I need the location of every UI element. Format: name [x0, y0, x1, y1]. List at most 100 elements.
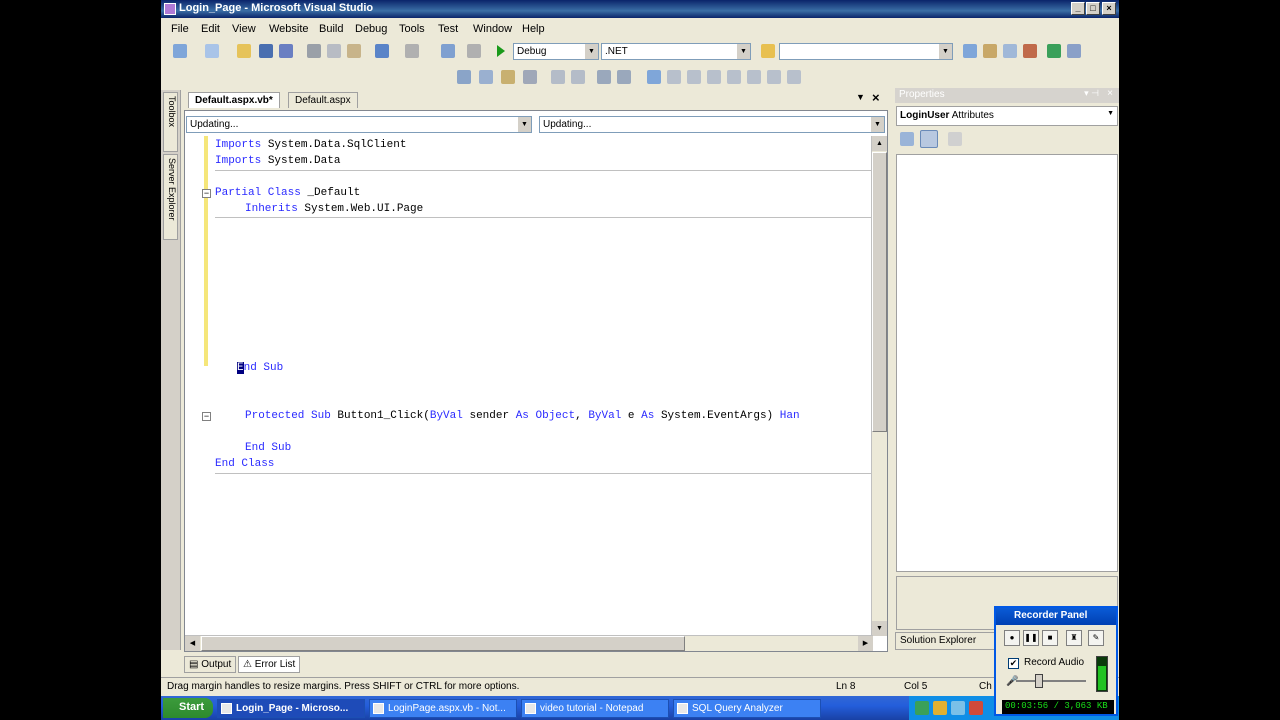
- solution-explorer-icon[interactable]: [963, 44, 977, 58]
- tray-app-icon[interactable]: [933, 701, 947, 715]
- task-sql-query-analyzer[interactable]: SQL Query Analyzer: [673, 699, 821, 718]
- code-area[interactable]: Imports System.Data.SqlClient Imports Sy…: [185, 136, 873, 636]
- next-bookmark-in-document-icon[interactable]: [767, 70, 781, 84]
- settings-icon[interactable]: ✎: [1088, 630, 1104, 646]
- menu-website[interactable]: Website: [269, 23, 309, 35]
- save-icon[interactable]: [259, 44, 273, 58]
- solution-configuration-select[interactable]: Debug ▼: [513, 43, 599, 60]
- new-project-icon[interactable]: [173, 44, 187, 58]
- task-video-tutorial-notepad[interactable]: video tutorial - Notepad: [521, 699, 669, 718]
- next-bookmark-icon[interactable]: [687, 70, 701, 84]
- properties-window-icon[interactable]: [983, 44, 997, 58]
- maximize-button[interactable]: □: [1086, 2, 1100, 15]
- navigate-back-icon[interactable]: [441, 44, 455, 58]
- record-audio-checkbox[interactable]: ✔: [1008, 658, 1019, 669]
- next-bookmark-in-folder-icon[interactable]: [727, 70, 741, 84]
- object-browser-icon[interactable]: [1003, 44, 1017, 58]
- horizontal-scroll-thumb[interactable]: [201, 636, 685, 651]
- menu-file[interactable]: File: [171, 23, 189, 35]
- close-document-icon[interactable]: ×: [872, 90, 880, 105]
- start-debugging-icon[interactable]: [497, 45, 505, 57]
- properties-header: Properties × ▾ ⊣: [895, 88, 1119, 103]
- quick-info-icon[interactable]: [501, 70, 515, 84]
- redo-icon[interactable]: [405, 44, 419, 58]
- stop-icon[interactable]: ■: [1042, 630, 1058, 646]
- copy-icon[interactable]: [327, 44, 341, 58]
- navigate-forward-icon[interactable]: [467, 44, 481, 58]
- window-title: Login_Page - Microsoft Visual Studio: [179, 2, 374, 14]
- undo-icon[interactable]: [375, 44, 389, 58]
- increase-indent-icon[interactable]: [571, 70, 585, 84]
- output-tab[interactable]: ▤ Output: [184, 656, 237, 673]
- categorized-icon[interactable]: [900, 132, 914, 146]
- audio-volume-slider[interactable]: [1016, 674, 1086, 688]
- class-name-select[interactable]: Updating... ▼: [186, 116, 532, 133]
- task-visual-studio[interactable]: Login_Page - Microso...: [217, 699, 365, 718]
- vertical-scrollbar[interactable]: ▲ ▼: [871, 136, 887, 636]
- uncomment-lines-icon[interactable]: [617, 70, 631, 84]
- method-name-select[interactable]: Updating... ▼: [539, 116, 885, 133]
- scroll-left-icon[interactable]: ◀: [185, 636, 200, 651]
- tab-default-aspx[interactable]: Default.aspx: [288, 92, 358, 108]
- display-object-member-list-icon[interactable]: [457, 70, 471, 84]
- security-icon[interactable]: [969, 701, 983, 715]
- previous-bookmark-icon[interactable]: [667, 70, 681, 84]
- collapse-sub-icon[interactable]: −: [202, 412, 211, 421]
- menu-build[interactable]: Build: [319, 23, 343, 35]
- toggle-bookmark-icon[interactable]: [647, 70, 661, 84]
- command-window-icon[interactable]: [1067, 44, 1081, 58]
- menu-view[interactable]: View: [232, 23, 256, 35]
- decrease-indent-icon[interactable]: [551, 70, 565, 84]
- solution-explorer-tab[interactable]: Solution Explorer: [895, 632, 995, 650]
- menu-tools[interactable]: Tools: [399, 23, 425, 35]
- menu-test[interactable]: Test: [438, 23, 458, 35]
- auto-hide-pin-icon[interactable]: ▾ ⊣: [1084, 88, 1099, 99]
- window-position-dropdown-icon[interactable]: ▼: [856, 92, 865, 102]
- find-combo[interactable]: ▼: [779, 43, 953, 60]
- find-in-files-icon[interactable]: [761, 44, 775, 58]
- scroll-down-icon[interactable]: ▼: [872, 621, 887, 636]
- menu-help[interactable]: Help: [522, 23, 545, 35]
- error-list-tab[interactable]: ⚠ Error List: [238, 656, 301, 673]
- collapse-class-icon[interactable]: −: [202, 189, 211, 198]
- volume-slider-knob[interactable]: [1034, 674, 1043, 688]
- object-selector[interactable]: LoginUser Attributes ▼: [896, 106, 1118, 126]
- horizontal-scrollbar[interactable]: ◀ ▶: [185, 635, 873, 651]
- close-button[interactable]: ×: [1102, 2, 1116, 15]
- paste-icon[interactable]: [347, 44, 361, 58]
- toolbox-icon[interactable]: [1023, 44, 1037, 58]
- start-button[interactable]: Start: [163, 698, 213, 718]
- clear-bookmarks-icon[interactable]: [787, 70, 801, 84]
- property-grid[interactable]: [896, 154, 1118, 572]
- volume-icon[interactable]: [951, 701, 965, 715]
- cut-icon[interactable]: [307, 44, 321, 58]
- scroll-right-icon[interactable]: ▶: [858, 636, 873, 651]
- menu-edit[interactable]: Edit: [201, 23, 220, 35]
- solution-platform-select[interactable]: .NET ▼: [601, 43, 751, 60]
- tab-default-aspx-vb[interactable]: Default.aspx.vb*: [188, 92, 280, 108]
- toolbox-tab[interactable]: Toolbox: [163, 92, 178, 152]
- server-explorer-tab[interactable]: Server Explorer: [163, 154, 178, 240]
- minimize-button[interactable]: _: [1071, 2, 1085, 15]
- property-pages-icon[interactable]: [948, 132, 962, 146]
- record-icon[interactable]: ●: [1004, 630, 1020, 646]
- options-icon[interactable]: ♜: [1066, 630, 1082, 646]
- pause-icon[interactable]: ❚❚: [1023, 630, 1039, 646]
- start-page-icon[interactable]: [1047, 44, 1061, 58]
- previous-bookmark-in-folder-icon[interactable]: [707, 70, 721, 84]
- save-all-icon[interactable]: [279, 44, 293, 58]
- menu-window[interactable]: Window: [473, 23, 512, 35]
- properties-close-icon[interactable]: ×: [1107, 88, 1113, 99]
- task-loginpage-notepad[interactable]: LoginPage.aspx.vb - Not...: [369, 699, 517, 718]
- complete-word-icon[interactable]: [523, 70, 537, 84]
- menu-debug[interactable]: Debug: [355, 23, 387, 35]
- parameter-info-icon[interactable]: [479, 70, 493, 84]
- alphabetical-icon[interactable]: [920, 130, 938, 148]
- comment-lines-icon[interactable]: [597, 70, 611, 84]
- previous-bookmark-in-document-icon[interactable]: [747, 70, 761, 84]
- add-item-icon[interactable]: [205, 44, 219, 58]
- open-icon[interactable]: [237, 44, 251, 58]
- network-icon[interactable]: [915, 701, 929, 715]
- vertical-scroll-thumb[interactable]: [872, 152, 887, 432]
- scroll-up-icon[interactable]: ▲: [872, 136, 887, 151]
